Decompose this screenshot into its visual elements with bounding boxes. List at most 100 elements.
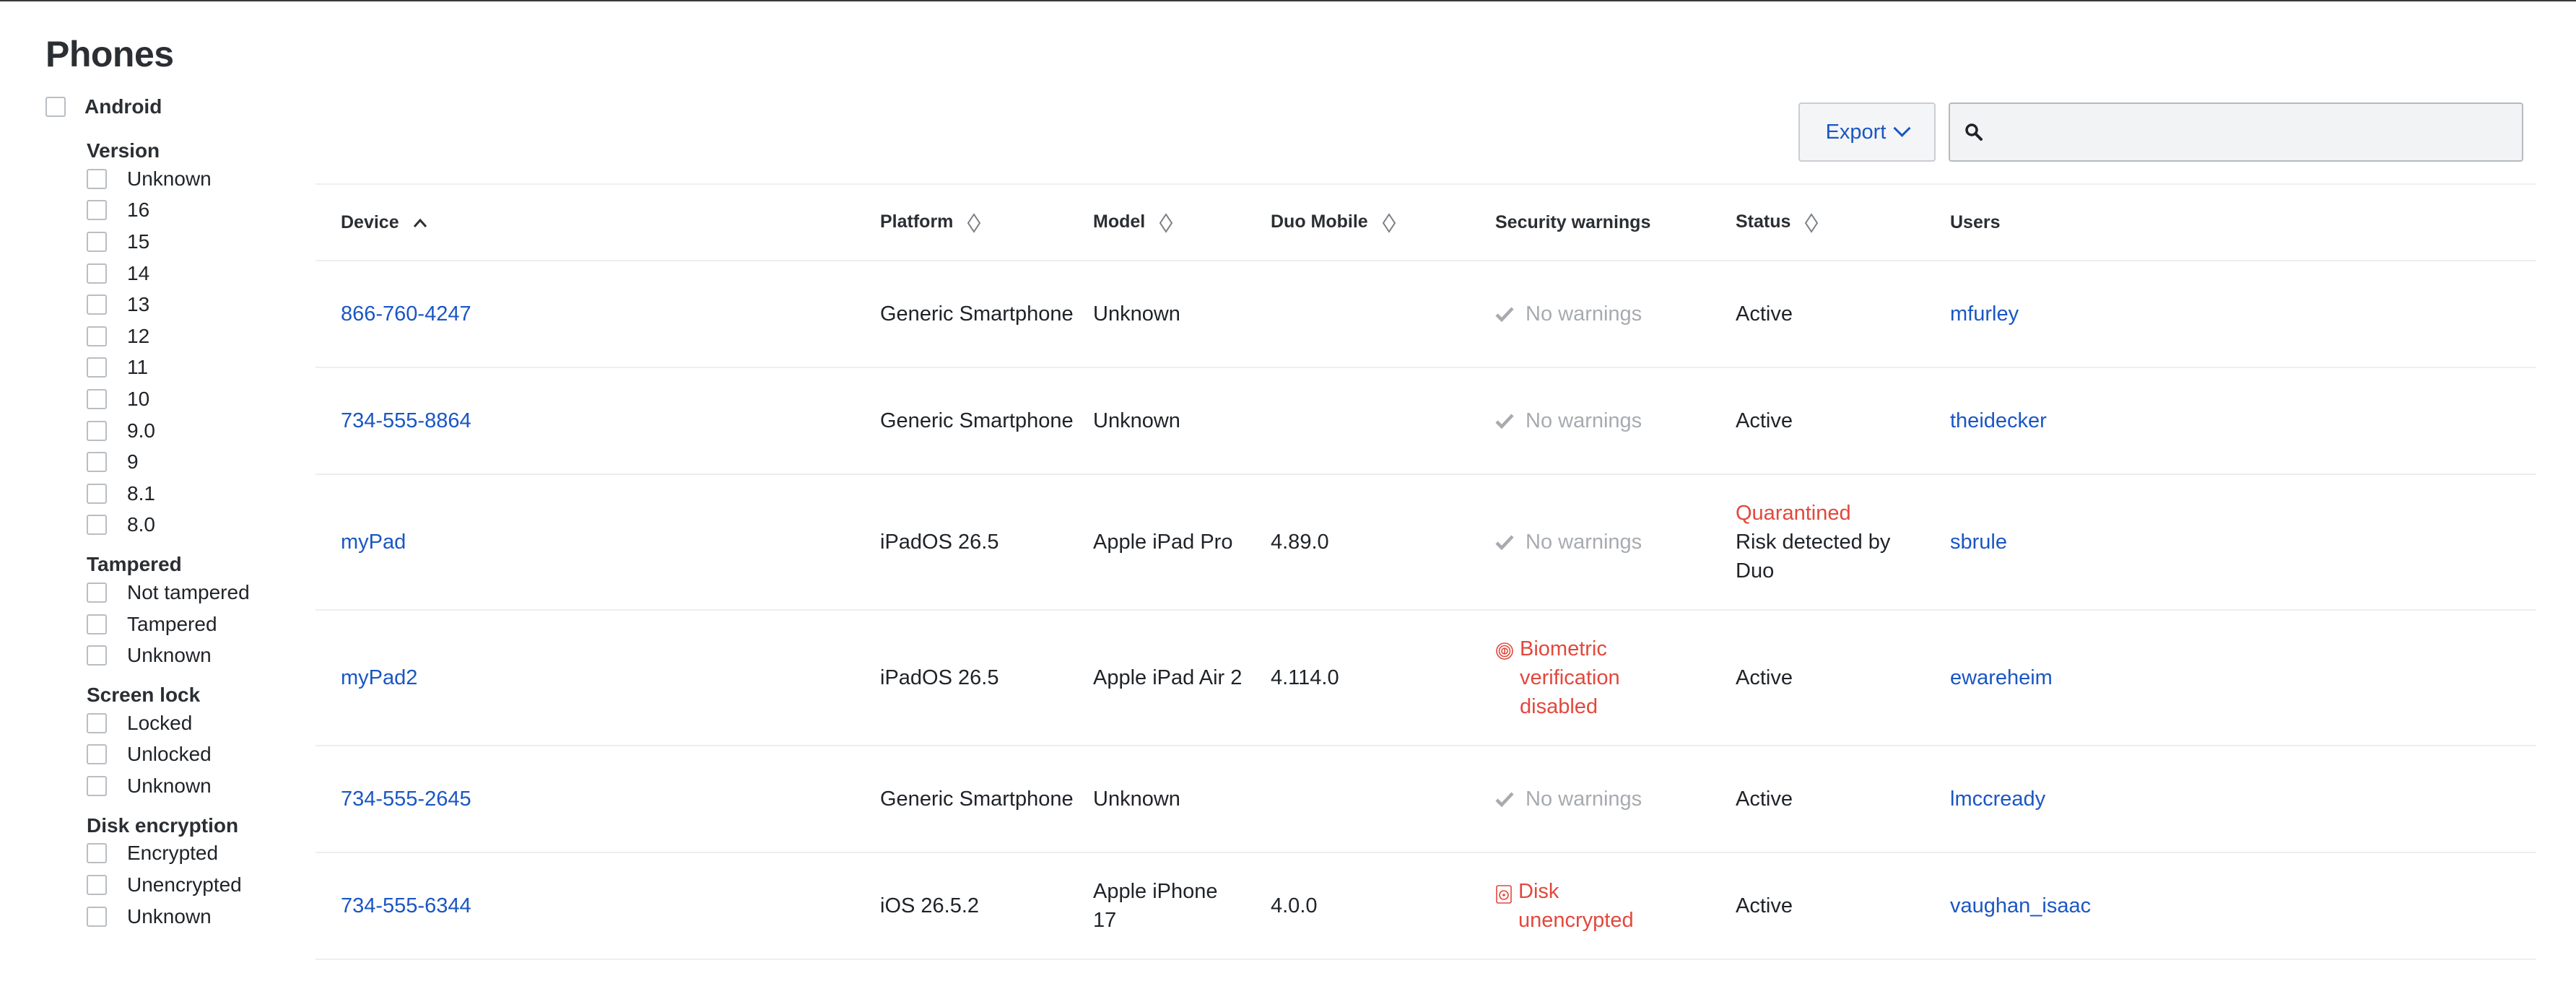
duo-mobile-cell bbox=[1271, 746, 1495, 853]
column-header-label: Status bbox=[1736, 211, 1791, 232]
user-link[interactable]: sbrule bbox=[1950, 531, 2007, 554]
filter-option[interactable]: Unknown bbox=[87, 770, 305, 802]
duo-mobile-cell: 4.89.0 bbox=[1271, 474, 1495, 611]
checkbox[interactable] bbox=[87, 452, 107, 473]
checkbox[interactable] bbox=[87, 906, 107, 927]
filter-option[interactable]: 14 bbox=[87, 258, 305, 289]
checkbox[interactable] bbox=[87, 582, 107, 603]
device-link[interactable]: 734-555-6344 bbox=[341, 894, 471, 917]
check-icon bbox=[1495, 535, 1514, 550]
column-header-device[interactable]: Device bbox=[316, 185, 880, 261]
column-header-duo-mobile[interactable]: Duo Mobile bbox=[1271, 185, 1495, 261]
column-header-label: Model bbox=[1093, 211, 1146, 232]
device-link[interactable]: myPad2 bbox=[341, 666, 417, 689]
checkbox[interactable] bbox=[87, 614, 107, 634]
filter-option-label: 14 bbox=[127, 261, 150, 284]
export-button-label: Export bbox=[1825, 120, 1887, 144]
user-link[interactable]: theidecker bbox=[1950, 409, 2047, 432]
search-box[interactable] bbox=[1949, 102, 2523, 162]
checkbox[interactable] bbox=[87, 744, 107, 765]
filter-option[interactable]: Unknown bbox=[87, 163, 305, 195]
filter-option-label: Unknown bbox=[127, 904, 212, 928]
column-header-model[interactable]: Model bbox=[1093, 185, 1271, 261]
checkbox[interactable] bbox=[87, 200, 107, 221]
filter-option[interactable]: Encrypted bbox=[87, 838, 305, 870]
filter-option-label: 16 bbox=[127, 198, 150, 222]
model-text: Apple iPhone 17 bbox=[1093, 880, 1218, 932]
filter-option[interactable]: 9 bbox=[87, 446, 305, 478]
checkbox[interactable] bbox=[87, 326, 107, 346]
device-link[interactable]: 734-555-8864 bbox=[341, 409, 471, 432]
device-link[interactable]: 866-760-4247 bbox=[341, 302, 471, 326]
filter-android[interactable]: Android bbox=[45, 92, 305, 121]
filter-option[interactable]: 8.1 bbox=[87, 478, 305, 510]
checkbox[interactable] bbox=[87, 515, 107, 536]
filter-option[interactable]: 16 bbox=[87, 195, 305, 227]
filter-option[interactable]: 11 bbox=[87, 352, 305, 384]
column-header-platform[interactable]: Platform bbox=[880, 185, 1093, 261]
search-input[interactable] bbox=[1950, 104, 2522, 160]
checkbox[interactable] bbox=[45, 97, 66, 117]
filter-option[interactable]: 8.0 bbox=[87, 510, 305, 541]
fingerprint-icon bbox=[1496, 642, 1513, 660]
column-header-status[interactable]: Status bbox=[1736, 185, 1950, 261]
checkbox[interactable] bbox=[87, 645, 107, 666]
status-cell: Active bbox=[1736, 261, 1950, 368]
filter-option[interactable]: Not tampered bbox=[87, 577, 305, 608]
table-row: 734-555-6344 iOS 26.5.2 Apple iPhone 17 … bbox=[316, 852, 2536, 960]
user-link[interactable]: ewareheim bbox=[1950, 666, 2053, 689]
device-link[interactable]: myPad bbox=[341, 531, 406, 554]
filter-option[interactable]: Unknown bbox=[87, 640, 305, 671]
users-cell: mfurley bbox=[1950, 261, 2536, 368]
filter-option[interactable]: Unknown bbox=[87, 901, 305, 933]
table-row: 866-760-4247 Generic Smartphone Unknown … bbox=[316, 261, 2536, 368]
platform-cell: Generic Smartphone bbox=[880, 261, 1093, 368]
checkbox[interactable] bbox=[87, 295, 107, 315]
security-warning-cell: No warnings bbox=[1495, 261, 1736, 368]
export-button[interactable]: Export bbox=[1798, 102, 1936, 162]
checkbox[interactable] bbox=[87, 875, 107, 896]
user-link[interactable]: mfurley bbox=[1950, 302, 2019, 326]
status-text: Active bbox=[1736, 409, 1793, 432]
filter-option-label: Locked bbox=[127, 711, 193, 734]
filter-group-disk-encryption: Disk encryption Encrypted Unencrypted Un… bbox=[87, 813, 305, 933]
checkbox[interactable] bbox=[87, 775, 107, 796]
filter-option[interactable]: 10 bbox=[87, 383, 305, 415]
duo-mobile-cell: 4.0.0 bbox=[1271, 852, 1495, 960]
filter-group-title: Tampered bbox=[87, 553, 182, 576]
checkbox[interactable] bbox=[87, 843, 107, 864]
checkbox[interactable] bbox=[87, 231, 107, 252]
filter-group-title: Disk encryption bbox=[87, 813, 239, 837]
checkbox[interactable] bbox=[87, 420, 107, 441]
table-toolbar: Export bbox=[1798, 102, 2523, 162]
user-link[interactable]: lmccready bbox=[1950, 788, 2045, 811]
filter-option[interactable]: Unlocked bbox=[87, 739, 305, 771]
filter-option[interactable]: 9.0 bbox=[87, 415, 305, 447]
filter-option-label: 12 bbox=[127, 324, 150, 347]
filter-option[interactable]: 12 bbox=[87, 320, 305, 352]
phones-table: Device Platform Model Duo Mobile Securit… bbox=[316, 183, 2536, 960]
check-icon bbox=[1495, 792, 1514, 807]
checkbox[interactable] bbox=[87, 483, 107, 504]
checkbox[interactable] bbox=[87, 357, 107, 378]
filter-option[interactable]: 15 bbox=[87, 226, 305, 258]
filter-option[interactable]: Locked bbox=[87, 707, 305, 739]
checkbox[interactable] bbox=[87, 388, 107, 409]
table-row: myPad iPadOS 26.5 Apple iPad Pro 4.89.0 … bbox=[316, 474, 2536, 611]
table-row: 734-555-2645 Generic Smartphone Unknown … bbox=[316, 746, 2536, 853]
checkbox[interactable] bbox=[87, 712, 107, 733]
filter-option-label: Not tampered bbox=[127, 580, 250, 603]
filter-option[interactable]: 13 bbox=[87, 289, 305, 320]
checkbox[interactable] bbox=[87, 168, 107, 189]
filter-option[interactable]: Unencrypted bbox=[87, 869, 305, 901]
user-link[interactable]: vaughan_isaac bbox=[1950, 894, 2091, 917]
duo-mobile-cell bbox=[1271, 367, 1495, 475]
filter-option[interactable]: Tampered bbox=[87, 608, 305, 640]
checkbox[interactable] bbox=[87, 263, 107, 284]
device-link[interactable]: 734-555-2645 bbox=[341, 788, 471, 811]
page-title: Phones bbox=[45, 34, 174, 74]
security-warning-text: Biometric verification disabled bbox=[1520, 637, 1620, 718]
status-text: Active bbox=[1736, 894, 1793, 917]
filter-option-label: Encrypted bbox=[127, 842, 219, 865]
users-cell: lmccready bbox=[1950, 746, 2536, 853]
